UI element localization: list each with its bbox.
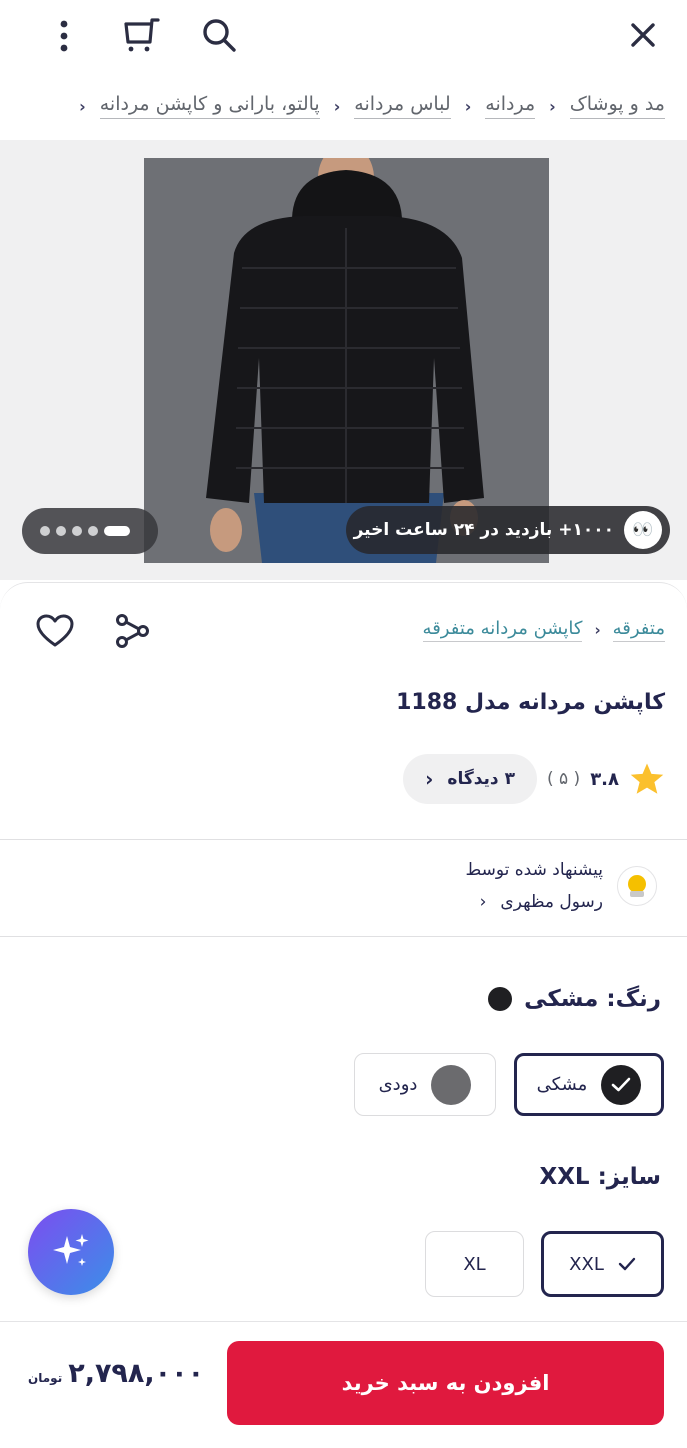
pagination-dot[interactable] [56, 526, 66, 536]
ai-assistant-button[interactable] [28, 1209, 114, 1295]
more-icon[interactable] [42, 14, 86, 58]
close-icon[interactable] [620, 12, 666, 58]
chevron-left-icon: ‹ [549, 96, 556, 116]
add-to-cart-button[interactable]: افزودن به سبد خرید [227, 1341, 664, 1425]
sparkle-icon [53, 1234, 89, 1266]
chevron-left-icon: ‹ [79, 96, 86, 116]
heart-icon[interactable] [36, 614, 78, 652]
pagination-dot-active[interactable] [104, 526, 130, 536]
seller-link[interactable]: رسول مظهری ‹ [465, 892, 603, 912]
product-title: کاپشن مردانه مدل 1188 [396, 690, 665, 715]
breadcrumb-item[interactable]: پالتو، بارانی و کاپشن مردانه [99, 93, 320, 120]
chevron-left-icon: ‹ [333, 96, 341, 116]
share-icon[interactable] [114, 614, 154, 652]
size-option-label: XL [463, 1253, 486, 1275]
color-option-black[interactable]: مشکی [514, 1053, 664, 1116]
rating-value: ۳.۸ [590, 768, 619, 790]
color-option-label: مشکی [536, 1074, 588, 1095]
divider [0, 936, 687, 937]
color-option-gray[interactable]: دودی [354, 1053, 496, 1116]
category-link[interactable]: کاپشن مردانه متفرقه [422, 618, 583, 642]
category-breadcrumb: متفرقه ‹ کاپشن مردانه متفرقه [422, 618, 665, 642]
breadcrumb-item[interactable]: لباس مردانه [354, 93, 451, 120]
seller-avatar [617, 866, 657, 906]
seller-label: پیشنهاد شده توسط [465, 860, 603, 880]
reviews-chip[interactable]: ۳ دیدگاه ‹ [403, 754, 537, 804]
chevron-left-icon: ‹ [594, 621, 601, 639]
color-option-label: دودی [378, 1074, 418, 1095]
seller-recommendation[interactable]: پیشنهاد شده توسط رسول مظهری ‹ [465, 860, 657, 912]
check-icon [601, 1064, 642, 1105]
rating-row: ۳.۸ ( ۵ ) ۳ دیدگاه ‹ [403, 754, 665, 804]
cart-icon[interactable] [116, 12, 164, 58]
chevron-left-icon: ‹ [479, 892, 487, 912]
color-swatch [431, 1064, 472, 1105]
size-option-xl[interactable]: XL [425, 1231, 524, 1297]
eyes-icon: 👀 [624, 511, 662, 549]
price-currency: تومان [28, 1371, 63, 1385]
gallery-pagination[interactable] [22, 508, 158, 554]
price: ۲,۷۹۸,۰۰۰ تومان [28, 1358, 204, 1389]
breadcrumb-item[interactable]: مردانه [485, 93, 536, 120]
search-icon[interactable] [196, 12, 242, 58]
chevron-left-icon: ‹ [464, 96, 472, 116]
category-link[interactable]: متفرقه [612, 618, 665, 642]
breadcrumb: مد و پوشاک ‹ مردانه ‹ لباس مردانه ‹ پالت… [0, 82, 687, 130]
size-option-xxl[interactable]: XXL [541, 1231, 664, 1297]
selected-color-dot [488, 987, 513, 1011]
chevron-left-icon: ‹ [425, 767, 434, 791]
pagination-dot[interactable] [88, 526, 98, 536]
color-title: رنگ: مشکی [488, 986, 661, 1012]
color-title-text: رنگ: مشکی [524, 986, 661, 1012]
breadcrumb-item[interactable]: مد و پوشاک [569, 93, 665, 120]
star-icon [630, 763, 664, 794]
size-option-label: XXL [569, 1253, 604, 1275]
price-value: ۲,۷۹۸,۰۰۰ [68, 1358, 205, 1389]
pagination-dot[interactable] [72, 526, 82, 536]
size-title: سایز: XXL [539, 1164, 661, 1190]
check-icon [618, 1257, 636, 1271]
product-image[interactable] [144, 158, 549, 563]
divider [0, 839, 687, 840]
reviews-label: ۳ دیدگاه [447, 769, 515, 789]
views-text: ۱۰۰۰+ بازدید در ۲۴ ساعت اخیر [353, 520, 614, 540]
pagination-dot[interactable] [40, 526, 50, 536]
views-badge: 👀 ۱۰۰۰+ بازدید در ۲۴ ساعت اخیر [346, 506, 670, 554]
rating-count: ( ۵ ) [546, 769, 581, 789]
seller-name: رسول مظهری [500, 892, 603, 912]
top-app-bar [0, 0, 687, 70]
